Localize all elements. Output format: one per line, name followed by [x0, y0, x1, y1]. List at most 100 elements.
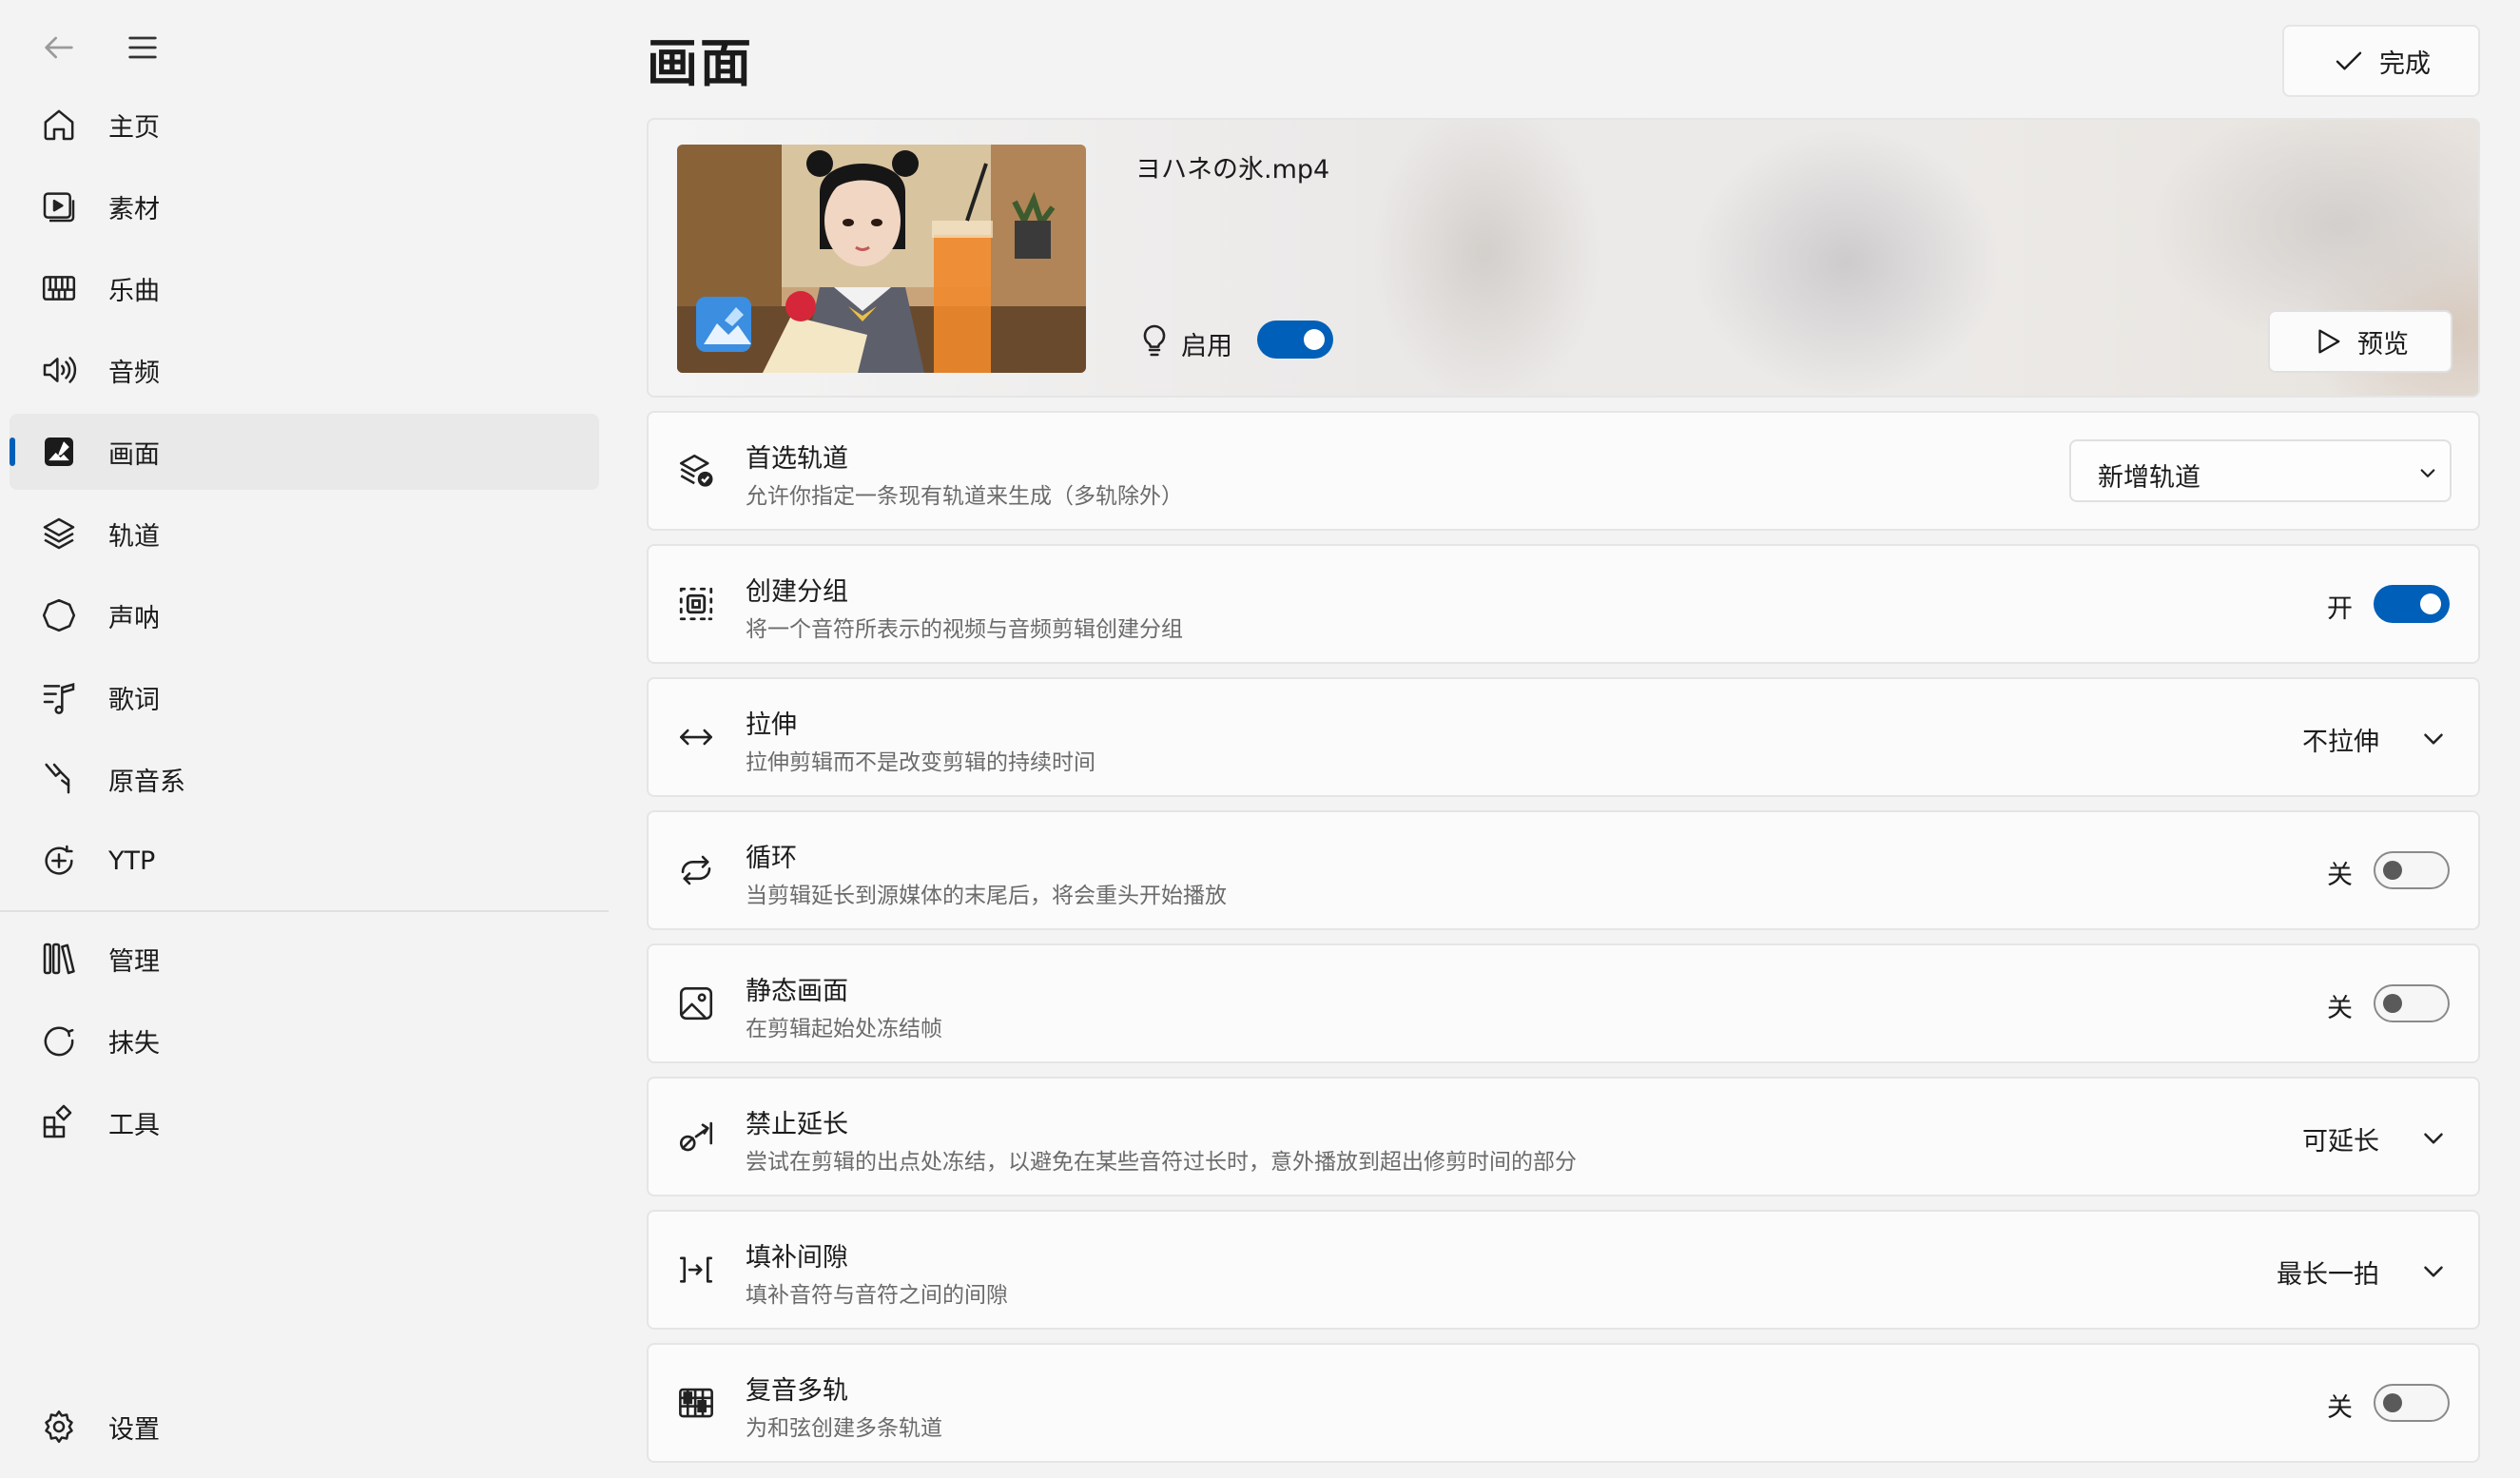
media-card: ヨハネの氷.mp4 启用 预览	[647, 118, 2480, 398]
sidebar-item-manage[interactable]: 管理	[10, 921, 599, 997]
sidebar-item-label: 画面	[108, 439, 160, 470]
no-extend-dropdown-value[interactable]: 可延长	[2302, 1120, 2379, 1157]
hamburger-menu-icon[interactable]	[120, 25, 165, 70]
sidebar-item-media[interactable]: 素材	[10, 168, 599, 244]
sidebar-item-label: 音频	[108, 358, 160, 388]
setting-description: 允许你指定一条现有轨道来生成（多轨除外）	[746, 484, 1183, 509]
setting-description: 填补音符与音符之间的间隙	[746, 1283, 1008, 1308]
sidebar-item-label: 管理	[108, 946, 160, 977]
chevron-down-icon[interactable]	[2417, 1122, 2450, 1155]
sidebar-item-settings[interactable]: 设置	[10, 1389, 599, 1465]
toggle-state-label: 关	[2327, 994, 2353, 1023]
sidebar-divider	[0, 910, 609, 912]
done-button[interactable]: 完成	[2282, 25, 2480, 97]
create-group-toggle[interactable]	[2374, 585, 2450, 623]
image-edit-icon	[36, 429, 82, 475]
checkmark-icon	[2332, 44, 2366, 78]
stretch-dropdown-value[interactable]: 不拉伸	[2302, 721, 2379, 758]
media-filename: ヨハネの氷.mp4	[1135, 155, 1330, 185]
library-icon	[36, 936, 82, 982]
sidebar-item-visual[interactable]: 画面	[10, 414, 599, 490]
chevron-down-icon[interactable]	[2417, 723, 2450, 755]
group-select-icon	[675, 583, 717, 625]
sidebar-item-label: YTP	[108, 846, 156, 876]
media-icon	[36, 184, 82, 229]
image-icon	[675, 982, 717, 1024]
enable-toggle[interactable]	[1257, 321, 1333, 359]
setting-title: 禁止延长	[746, 1110, 848, 1139]
play-icon	[2312, 325, 2344, 358]
lightbulb-icon	[1135, 321, 1173, 360]
setting-no-extend: 禁止延长 尝试在剪辑的出点处冻结，以避免在某些音符过长时，意外播放到超出修剪时间…	[647, 1077, 2480, 1196]
sidebar-item-sonar[interactable]: 声呐	[10, 577, 599, 653]
sidebar-item-label: 声呐	[108, 603, 160, 633]
sidebar-item-label: 歌词	[108, 685, 160, 715]
sidebar-item-ytp[interactable]: YTP	[10, 823, 599, 899]
setting-description: 为和弦创建多条轨道	[746, 1416, 942, 1441]
sidebar-item-label: 乐曲	[108, 276, 160, 306]
sidebar-item-label: 抹失	[108, 1028, 160, 1059]
sidebar-item-erase[interactable]: 抹失	[10, 1002, 599, 1079]
enable-label: 启用	[1181, 332, 1232, 361]
sidebar-item-label: 主页	[108, 112, 160, 143]
piano-icon	[36, 265, 82, 311]
home-icon	[36, 102, 82, 147]
done-button-label: 完成	[2379, 49, 2431, 79]
sonar-icon	[36, 593, 82, 638]
toggle-state-label: 关	[2327, 1393, 2353, 1423]
setting-description: 在剪辑起始处冻结帧	[746, 1017, 942, 1041]
setting-polyphony: 复音多轨 为和弦创建多条轨道 关	[647, 1343, 2480, 1463]
fill-gap-dropdown-value[interactable]: 最长一拍	[2277, 1254, 2379, 1291]
setting-title: 首选轨道	[746, 444, 848, 474]
preview-button[interactable]: 预览	[2268, 310, 2452, 373]
sidebar-item-home[interactable]: 主页	[10, 87, 599, 163]
toggle-state-label: 关	[2327, 861, 2353, 890]
gear-icon	[36, 1404, 82, 1449]
ytp-icon	[36, 838, 82, 884]
toggle-state-label: 开	[2327, 594, 2353, 624]
sidebar-item-label: 素材	[108, 194, 160, 224]
preview-button-label: 预览	[2357, 329, 2409, 360]
lyrics-icon	[36, 674, 82, 720]
page-title: 画面	[647, 33, 753, 93]
tuning-fork-icon	[36, 756, 82, 802]
track-select-icon	[675, 450, 717, 492]
video-thumbnail[interactable]	[677, 145, 1086, 373]
setting-title: 拉伸	[746, 710, 797, 740]
setting-title: 循环	[746, 844, 797, 873]
setting-fill-gap: 填补间隙 填补音符与音符之间的间隙 最长一拍	[647, 1210, 2480, 1330]
setting-title: 复音多轨	[746, 1376, 848, 1406]
setting-description: 将一个音符所表示的视频与音频剪辑创建分组	[746, 617, 1183, 642]
chevron-down-icon[interactable]	[2417, 1255, 2450, 1288]
loop-icon	[675, 849, 717, 891]
polyphony-icon	[675, 1382, 717, 1424]
sidebar-item-tools[interactable]: 工具	[10, 1084, 599, 1160]
loop-toggle[interactable]	[2374, 851, 2450, 889]
setting-description: 当剪辑延长到源媒体的末尾后，将会重头开始播放	[746, 884, 1227, 908]
sidebar-item-score[interactable]: 乐曲	[10, 250, 599, 326]
chevron-down-icon	[2413, 458, 2442, 487]
fill-gap-icon	[675, 1249, 717, 1291]
sidebar-item-tracks[interactable]: 轨道	[10, 496, 599, 572]
preferred-track-select[interactable]: 新增轨道	[2069, 439, 2452, 502]
polyphony-toggle[interactable]	[2374, 1384, 2450, 1422]
still-image-toggle[interactable]	[2374, 984, 2450, 1022]
setting-preferred-track: 首选轨道 允许你指定一条现有轨道来生成（多轨除外） 新增轨道	[647, 411, 2480, 531]
sidebar-item-lyrics[interactable]: 歌词	[10, 659, 599, 735]
no-extend-icon	[675, 1116, 717, 1157]
erase-icon	[36, 1018, 82, 1063]
setting-create-group: 创建分组 将一个音符所表示的视频与音频剪辑创建分组 开	[647, 544, 2480, 664]
sidebar-item-audio[interactable]: 音频	[10, 332, 599, 408]
toolbox-icon	[36, 1099, 82, 1145]
sidebar-item-original[interactable]: 原音系	[10, 741, 599, 817]
stretch-arrows-icon	[675, 716, 717, 758]
sidebar-item-label: 原音系	[108, 767, 185, 797]
sidebar-item-label: 设置	[108, 1414, 160, 1445]
setting-description: 拉伸剪辑而不是改变剪辑的持续时间	[746, 750, 1095, 775]
speaker-icon	[36, 347, 82, 393]
select-value: 新增轨道	[2098, 463, 2200, 493]
sidebar-item-label: 工具	[108, 1110, 160, 1140]
back-arrow-icon[interactable]	[36, 25, 82, 70]
setting-description: 尝试在剪辑的出点处冻结，以避免在某些音符过长时，意外播放到超出修剪时间的部分	[746, 1150, 1577, 1175]
setting-title: 填补间隙	[746, 1243, 848, 1273]
